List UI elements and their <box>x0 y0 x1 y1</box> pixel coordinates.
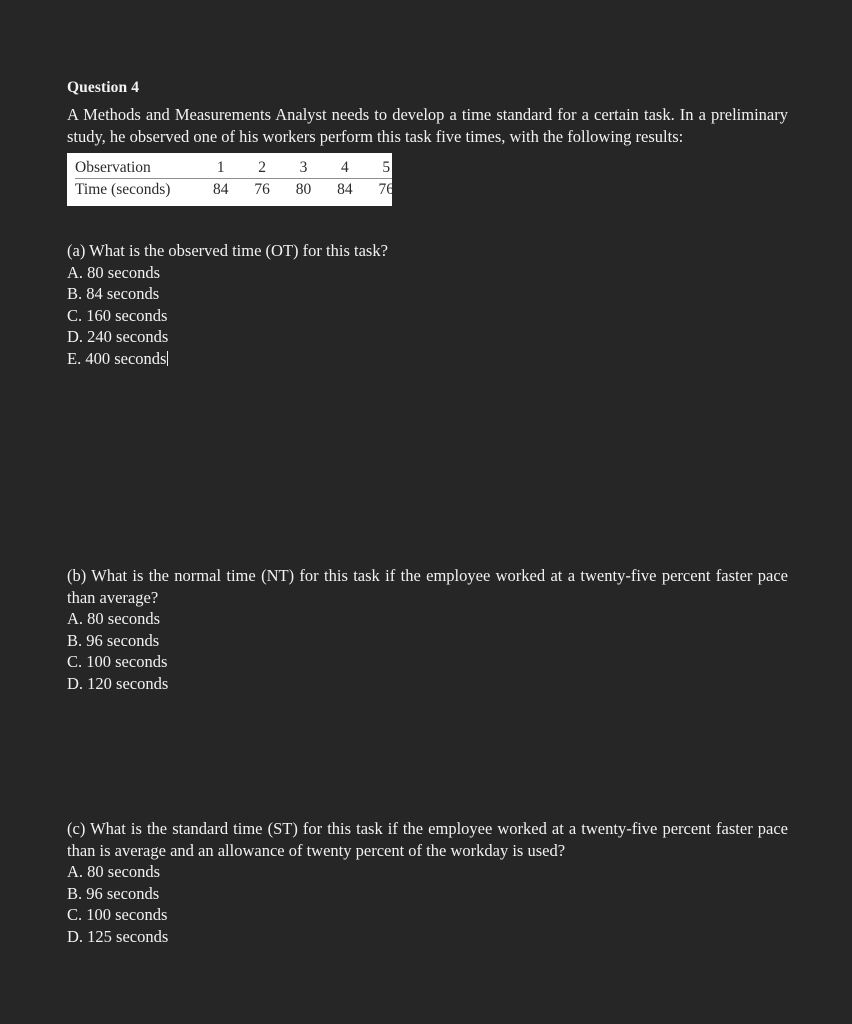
part-c-option-D[interactable]: D. 125 seconds <box>67 926 788 948</box>
part-a-option-B[interactable]: B. 84 seconds <box>67 283 788 305</box>
text-caret <box>167 350 169 366</box>
part-a-option-E[interactable]: E. 400 seconds <box>67 348 788 370</box>
question-part-b: (b) What is the normal time (NT) for thi… <box>67 565 788 695</box>
document-page: Question 4 A Methods and Measurements An… <box>0 0 852 1024</box>
table-cell-time-4: 84 <box>337 180 353 198</box>
part-a-option-A[interactable]: A. 80 seconds <box>67 262 788 284</box>
table-header-obs-4: 4 <box>324 158 366 179</box>
table-header-obs-2: 2 <box>241 158 283 179</box>
table-row: Observation 1 2 3 4 5 <box>75 158 392 179</box>
table-header-obs-5: 5 <box>365 158 392 179</box>
part-b-option-A[interactable]: A. 80 seconds <box>67 608 788 630</box>
table-cell-time-1: 84 <box>213 180 229 198</box>
table-label-time-seconds: Time (seconds) <box>75 180 171 198</box>
part-a-option-D[interactable]: D. 240 seconds <box>67 326 788 348</box>
part-b-option-C[interactable]: C. 100 seconds <box>67 651 788 673</box>
part-c-option-B[interactable]: B. 96 seconds <box>67 883 788 905</box>
table-header-obs-1: 1 <box>200 158 242 179</box>
table-cell-time-2: 76 <box>254 180 270 198</box>
question-part-c: (c) What is the standard time (ST) for t… <box>67 818 788 948</box>
part-b-question: (b) What is the normal time (NT) for thi… <box>67 566 788 607</box>
page-title: Question 4 <box>67 79 140 96</box>
question-block: Question 4 A Methods and Measurements An… <box>67 78 788 206</box>
table-header-obs-3: 3 <box>282 158 325 179</box>
part-b-option-B[interactable]: B. 96 seconds <box>67 630 788 652</box>
table-header-observation: Observation <box>75 158 201 179</box>
observation-table-image: Observation 1 2 3 4 5 Time (seconds) 84 … <box>67 152 392 206</box>
part-b-option-D[interactable]: D. 120 seconds <box>67 673 788 695</box>
table-cell-time-3: 80 <box>295 180 312 198</box>
question-intro-paragraph: A Methods and Measurements Analyst needs… <box>67 105 788 146</box>
part-c-option-C[interactable]: C. 100 seconds <box>67 904 788 926</box>
observation-table: Observation 1 2 3 4 5 Time (seconds) 84 … <box>75 158 392 199</box>
part-a-option-C[interactable]: C. 160 seconds <box>67 305 788 327</box>
part-c-question: (c) What is the standard time (ST) for t… <box>67 819 788 860</box>
table-row: Time (seconds) 84 76 80 84 76 <box>75 178 392 199</box>
part-c-option-A[interactable]: A. 80 seconds <box>67 861 788 883</box>
part-a-question: (a) What is the observed time (OT) for t… <box>67 241 388 260</box>
question-part-a: (a) What is the observed time (OT) for t… <box>67 240 788 370</box>
part-a-option-E-label: E. 400 seconds <box>67 348 167 368</box>
table-cell-time-5: 76 <box>378 180 392 198</box>
